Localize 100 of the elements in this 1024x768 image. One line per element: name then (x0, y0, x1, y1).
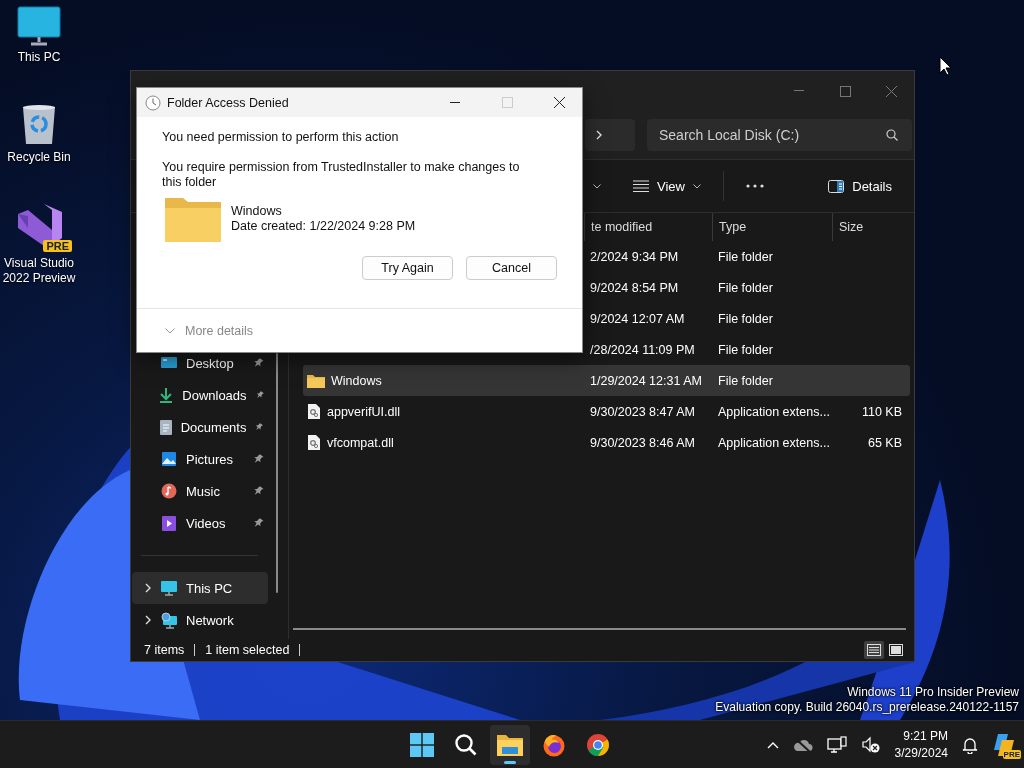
navigation-item[interactable]: Network (132, 604, 268, 636)
music-note-icon (161, 483, 177, 499)
date-modified: 9/30/2023 8:46 AM (590, 435, 695, 450)
recycle-bin-icon (21, 104, 57, 146)
monitor-icon (17, 6, 61, 46)
settings-file-icon (307, 403, 321, 420)
file-type: File folder (718, 311, 773, 326)
column-header[interactable]: Size (839, 220, 864, 234)
file-name: appverifUI.dll (327, 404, 400, 419)
file-row[interactable]: vfcompat.dll 9/30/2023 8:46 AM Application extens... 65 KB (303, 427, 910, 458)
file-type: File folder (718, 249, 773, 264)
cloud-off-icon[interactable] (792, 738, 813, 752)
lines-icon (633, 180, 649, 192)
list-view-icon (867, 644, 881, 656)
chevron-down-icon (165, 327, 175, 334)
pin-icon (252, 517, 264, 529)
download-arrow-icon (158, 386, 175, 404)
desktop-icon-label[interactable]: This PC (1, 50, 77, 65)
folder-name: Windows (231, 204, 283, 219)
navigation-item[interactable]: Downloads (132, 379, 268, 411)
file-row[interactable]: Windows 1/29/2024 12:31 AM File folder (303, 365, 910, 396)
column-header[interactable]: Type (719, 220, 747, 234)
date-modified: 9/30/2023 8:47 AM (590, 404, 695, 419)
folder-icon[interactable] (497, 733, 523, 757)
date-modified: 9/2024 8:54 PM (590, 280, 679, 295)
file-type: File folder (718, 373, 773, 388)
navigation-item[interactable]: Pictures (132, 443, 268, 475)
document-icon (158, 418, 173, 436)
pin-icon (252, 357, 264, 369)
file-type: Application extens... (718, 435, 830, 450)
clock[interactable]: 9:21 PM 3/29/2024 (894, 728, 948, 762)
caret-icon (692, 183, 701, 189)
details-pane-icon (828, 179, 845, 193)
chevron-right-icon (144, 614, 152, 626)
selection-count: 1 item selected (205, 643, 290, 657)
chrome-logo-icon[interactable] (586, 733, 610, 757)
desktop-icon-label[interactable]: Visual Studio 2022 Preview (1, 256, 77, 286)
tiles-view-icon (889, 644, 903, 656)
desktop-icon (160, 355, 178, 371)
maximize-icon (839, 85, 851, 97)
close-icon (553, 97, 565, 108)
more-details-link[interactable]: More details (185, 323, 254, 338)
windows-start-icon[interactable] (410, 733, 434, 757)
preview-badge: PRE (1002, 750, 1021, 759)
bell-icon[interactable] (962, 736, 978, 754)
chevron-up-icon[interactable] (766, 741, 779, 749)
file-type: Application extens... (718, 404, 830, 419)
navigation-item[interactable]: Music (132, 475, 268, 507)
file-type: File folder (718, 342, 773, 357)
file-name: vfcompat.dll (327, 435, 394, 450)
search-field[interactable]: Search Local Disk (C:) (647, 119, 912, 151)
folder-icon (165, 196, 221, 242)
mouse-cursor-icon (939, 56, 952, 76)
details-pane-button[interactable]: Details (820, 172, 900, 200)
view-menu-button[interactable]: View (625, 172, 709, 200)
picture-icon (161, 451, 177, 467)
details-view-button[interactable] (864, 641, 884, 659)
folder-icon (307, 373, 325, 388)
file-size: 110 KB (861, 404, 902, 419)
pin-icon (254, 421, 264, 433)
navigation-item[interactable]: Desktop (132, 347, 268, 379)
ellipsis-icon (745, 184, 764, 188)
navigation-item[interactable]: This PC (132, 572, 268, 604)
close-icon (885, 85, 897, 97)
network-icon[interactable] (826, 736, 847, 754)
monitor-icon (160, 579, 178, 597)
active-indicator (504, 761, 516, 764)
desktop-icon-label[interactable]: Recycle Bin (1, 150, 77, 165)
column-header[interactable]: te modified (591, 220, 653, 234)
dialog-heading: You need permission to perform this action (162, 130, 400, 144)
tiles-view-button[interactable] (886, 641, 906, 659)
clock-icon (145, 94, 161, 111)
preview-badge: PRE (43, 240, 72, 252)
date-modified: /28/2024 11:09 PM (590, 342, 695, 357)
pin-icon (254, 389, 264, 401)
search-icon (886, 129, 898, 141)
chevron-right-icon (144, 582, 152, 594)
date-modified: 1/29/2024 12:31 AM (590, 373, 702, 388)
navigation-item[interactable]: Videos (132, 507, 268, 539)
search-icon[interactable] (454, 733, 478, 757)
file-name: Windows (331, 373, 382, 388)
dialog-title: Folder Access Denied (167, 95, 290, 110)
file-row[interactable]: appverifUI.dll 9/30/2023 8:47 AM Application extens... 110 KB (303, 396, 910, 427)
dialog-message: You require permission from TrustedInstaller to make changes to this folder (162, 160, 521, 190)
network-icon (160, 611, 178, 629)
date-modified: 2/2024 9:34 PM (590, 249, 679, 264)
file-type: File folder (718, 280, 773, 295)
firefox-logo-icon[interactable] (542, 733, 566, 757)
volume-muted-icon[interactable] (860, 736, 881, 754)
video-icon (161, 514, 177, 532)
pin-icon (252, 485, 264, 497)
navigation-item[interactable]: Documents (132, 411, 268, 443)
settings-file-icon (307, 434, 321, 451)
item-count: 7 items (144, 643, 185, 657)
chevron-right-icon (595, 129, 603, 141)
dialog-button[interactable]: Cancel (466, 256, 557, 280)
date-created: Date created: 1/22/2024 9:28 PM (231, 219, 416, 234)
minimize-icon (450, 101, 460, 104)
dialog-button[interactable]: Try Again (362, 256, 453, 280)
date-modified: 9/2024 12:07 AM (590, 311, 685, 326)
